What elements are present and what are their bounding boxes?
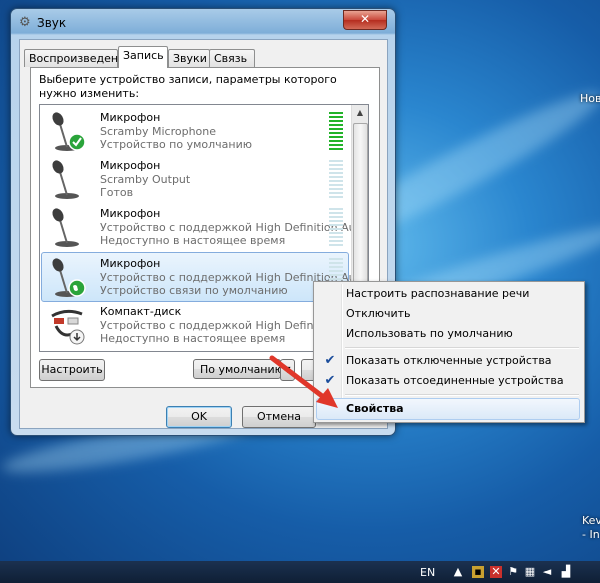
tray-app-icon[interactable]: ▪	[472, 566, 484, 578]
tray-signal-icon[interactable]: ▟	[560, 566, 572, 578]
tray-network-icon[interactable]: ▦	[524, 566, 536, 578]
tray-flag-icon[interactable]: ⚑	[507, 566, 519, 578]
tray-up-arrow-icon[interactable]: ▲	[452, 566, 464, 578]
tray-volume-icon[interactable]: ◄	[541, 566, 553, 578]
annotation-arrow-icon	[269, 355, 338, 408]
tab-recording[interactable]: Запись	[118, 46, 168, 68]
language-indicator[interactable]: EN	[420, 566, 435, 579]
taskbar: EN ▲ ▪ ✕ ⚑ ▦ ◄ ▟	[0, 561, 600, 583]
tray-error-icon[interactable]: ✕	[490, 566, 502, 578]
